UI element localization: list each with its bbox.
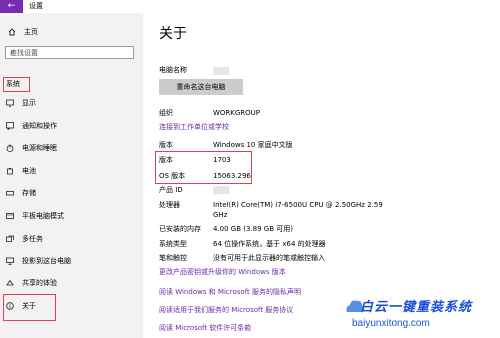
processor-label: 处理器 [159, 201, 180, 209]
processor-value-line1: Intel(R) Core(TM) i7-6500U CPU @ 2.50GHz… [213, 201, 383, 209]
search-icon: ⌕ [10, 48, 15, 57]
back-button[interactable]: ← [0, 0, 23, 13]
pen-touch-label: 笔和触控 [159, 254, 187, 262]
multitask-icon [6, 235, 14, 242]
battery-icon [7, 168, 13, 175]
system-type-value: 64 位操作系统，基于 x64 的处理器 [213, 240, 326, 248]
os-build-value: 15063.296 [213, 172, 251, 180]
services-agreement-link[interactable]: 阅读适用于我们服务的 Microsoft 服务协议 [159, 306, 293, 315]
change-product-key-link[interactable]: 更改产品密钥或升级你的 Windows 版本 [159, 268, 286, 277]
sidebar-item-label: 电池 [22, 167, 36, 175]
edition-value: Windows 10 家庭中文版 [213, 141, 293, 149]
sidebar-item-label: 显示 [22, 99, 36, 107]
storage-icon [6, 191, 14, 196]
sidebar-home[interactable]: 主页 [8, 27, 38, 37]
home-icon [8, 28, 16, 36]
sidebar-item-label: 关于 [22, 302, 36, 310]
info-icon [6, 302, 14, 310]
edition-label: 版本 [159, 141, 173, 149]
product-id-value-redacted [213, 186, 229, 194]
pc-name-value-redacted [213, 67, 229, 75]
org-label: 组织 [159, 109, 173, 117]
sidebar-item-label: 通知和操作 [22, 122, 57, 130]
project-icon [6, 257, 14, 265]
version-label: 版本 [159, 156, 173, 164]
sidebar-item-label: 投影到这台电脑 [22, 257, 71, 265]
sidebar-item-label: 共享的体验 [22, 279, 57, 287]
product-id-label: 产品 ID [159, 186, 183, 194]
share-icon [6, 279, 14, 286]
system-type-label: 系统类型 [159, 240, 187, 248]
license-terms-link[interactable]: 阅读 Microsoft 软件许可条款 [159, 324, 251, 333]
back-arrow-icon: ← [7, 1, 16, 11]
sidebar-item-display[interactable]: 显示 [6, 98, 36, 108]
search-input[interactable]: 查找设置 ⌕ [5, 46, 134, 59]
sidebar-item-label: 多任务 [22, 235, 43, 243]
ram-value: 4.00 GB (3.89 GB 可用) [213, 225, 293, 233]
rename-pc-button[interactable]: 重命名这台电脑 [159, 79, 243, 95]
privacy-statement-link[interactable]: 阅读 Windows 和 Microsoft 服务的隐私声明 [159, 288, 301, 297]
sidebar-item-label: 电源和睡眠 [22, 144, 57, 152]
watermark-title: 白云一键重装系统 [360, 300, 473, 315]
power-icon [6, 144, 14, 152]
sidebar-item-notifications[interactable]: 通知和操作 [6, 121, 57, 131]
pen-touch-value: 没有可用于此显示器的笔或触控输入 [213, 254, 325, 262]
tablet-icon [6, 213, 14, 219]
home-label: 主页 [24, 28, 38, 36]
page-title: 关于 [159, 26, 187, 42]
os-build-label: OS 版本 [159, 172, 186, 180]
ram-label: 已安装的内存 [159, 225, 201, 233]
join-work-school-link[interactable]: 连接到工作单位或学校 [159, 123, 229, 132]
processor-value-line2: GHz [213, 211, 228, 219]
sidebar-item-power[interactable]: 电源和睡眠 [6, 143, 57, 153]
org-value: WORKGROUP [213, 109, 261, 117]
notification-icon [6, 122, 14, 130]
sidebar-item-about[interactable]: 关于 [6, 301, 36, 311]
sidebar-item-label: 存储 [22, 189, 36, 197]
pc-name-label: 电脑名称 [159, 66, 187, 74]
sidebar-item-battery[interactable]: 电池 [6, 166, 36, 176]
window-title: 设置 [29, 2, 43, 10]
sidebar-item-tablet[interactable]: 平板电脑模式 [6, 211, 64, 221]
sidebar-item-shared-experiences[interactable]: 共享的体验 [6, 278, 57, 288]
sidebar-item-project[interactable]: 投影到这台电脑 [6, 256, 71, 266]
sidebar-group-system: 系统 [3, 77, 30, 92]
sidebar-item-multitask[interactable]: 多任务 [6, 234, 43, 244]
display-icon [6, 99, 14, 107]
watermark-url: baiyunxitong.com [352, 318, 430, 329]
sidebar-item-storage[interactable]: 存储 [6, 188, 36, 198]
version-value: 1703 [213, 156, 231, 164]
title-bar: ← 设置 [0, 0, 500, 13]
sidebar-item-label: 平板电脑模式 [22, 212, 64, 220]
